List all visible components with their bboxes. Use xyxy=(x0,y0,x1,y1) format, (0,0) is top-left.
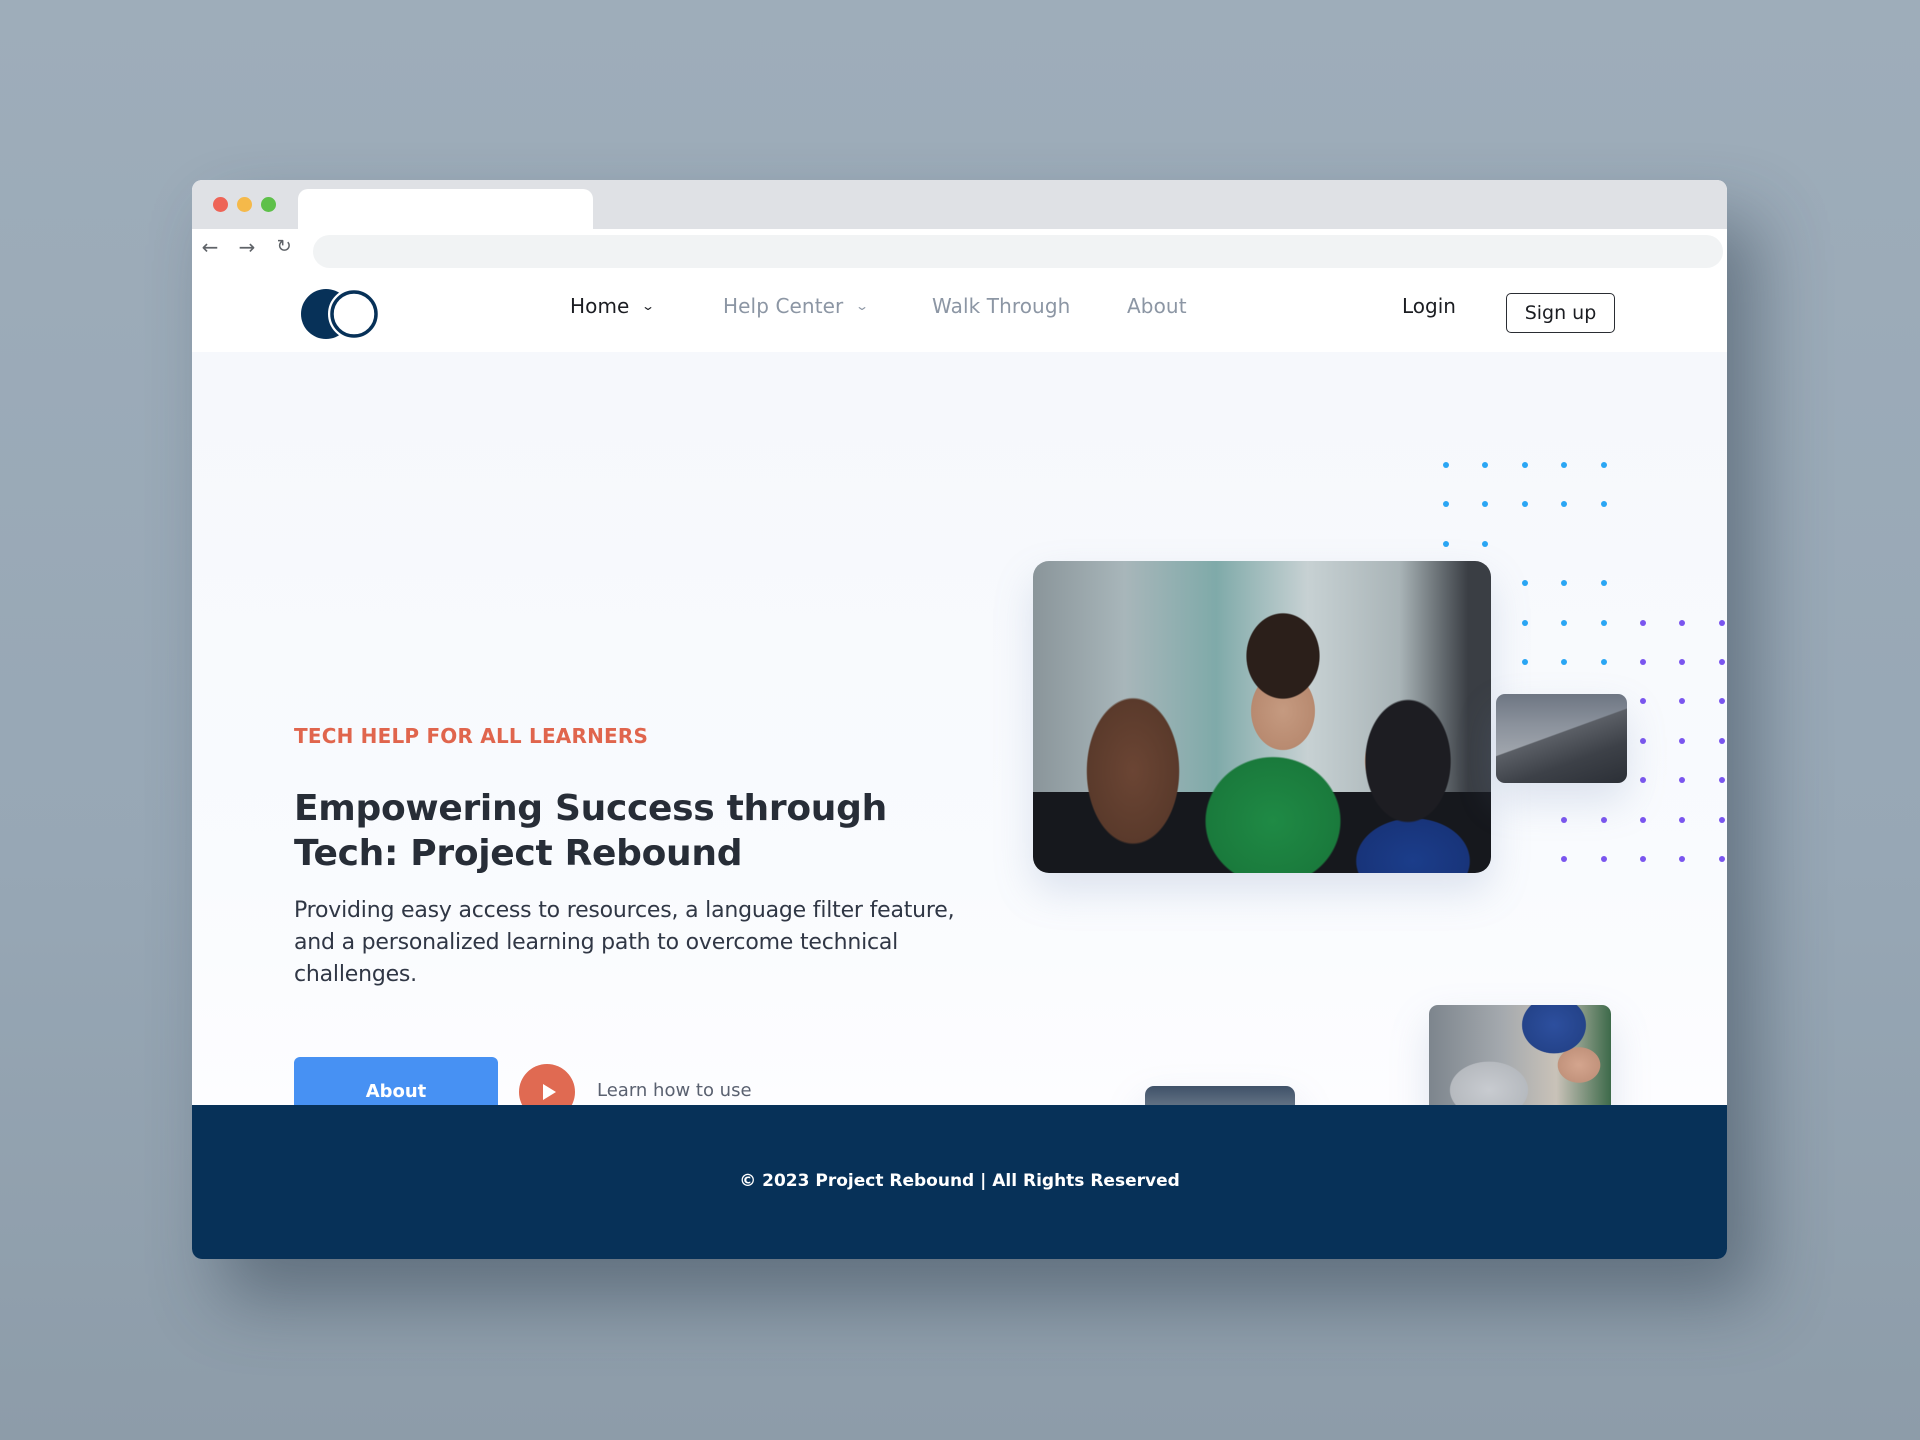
decorative-dot xyxy=(1521,501,1528,508)
decorative-dot xyxy=(1561,816,1568,823)
nav-item-about[interactable]: About xyxy=(1127,294,1187,318)
decorative-dot xyxy=(1482,462,1489,468)
decorative-dot xyxy=(1482,501,1489,508)
decorative-dot xyxy=(1561,501,1568,508)
decorative-dot xyxy=(1443,540,1449,547)
chevron-down-icon: ⌄ xyxy=(855,299,870,313)
address-bar-input[interactable] xyxy=(313,235,1723,268)
decorative-dot xyxy=(1521,462,1528,468)
minimize-window-button[interactable] xyxy=(237,197,252,212)
decorative-dot xyxy=(1521,619,1528,626)
decorative-dot xyxy=(1561,619,1568,626)
hero-eyebrow: TECH HELP FOR ALL LEARNERS xyxy=(294,724,649,748)
nav-item-label: About xyxy=(1127,294,1187,318)
browser-tab-active[interactable] xyxy=(298,189,593,229)
decorative-dot xyxy=(1640,816,1646,823)
hero-section: TECH HELP FOR ALL LEARNERS Empowering Su… xyxy=(192,352,1727,1105)
nav-item-label: Home xyxy=(570,294,630,318)
login-link[interactable]: Login xyxy=(1402,294,1456,318)
decorative-dot xyxy=(1521,580,1528,587)
decorative-dot xyxy=(1679,856,1686,862)
decorative-dot xyxy=(1679,777,1686,784)
chevron-down-icon: ⌄ xyxy=(641,299,656,313)
browser-toolbar: ← → ↻ xyxy=(192,229,1727,268)
site-footer: © 2023 Project Rebound | All Rights Rese… xyxy=(192,1105,1727,1259)
decorative-dot xyxy=(1718,777,1725,784)
decorative-dot xyxy=(1521,659,1528,665)
decorative-dot xyxy=(1718,698,1725,705)
decorative-dot xyxy=(1561,462,1568,468)
decorative-dot xyxy=(1640,777,1646,784)
decorative-dot xyxy=(1600,462,1607,468)
decorative-dot xyxy=(1482,540,1489,547)
decorative-dot xyxy=(1600,501,1607,508)
decorative-dot xyxy=(1718,856,1725,862)
decorative-dot xyxy=(1640,619,1646,626)
team-laptop-discussion-photo xyxy=(1429,1005,1611,1105)
about-button[interactable]: About xyxy=(294,1057,498,1105)
decorative-dot xyxy=(1640,856,1646,862)
decorative-dot xyxy=(1679,737,1686,744)
decorative-dot xyxy=(1600,856,1607,862)
forward-arrow-icon[interactable]: → xyxy=(235,235,259,259)
decorative-dot xyxy=(1600,619,1607,626)
site-navbar: Home ⌄ Help Center ⌄ Walk Through About … xyxy=(192,268,1727,352)
logo-ring xyxy=(330,290,378,338)
decorative-dot xyxy=(1679,659,1686,665)
decorative-dot xyxy=(1640,737,1646,744)
decorative-dot xyxy=(1561,659,1568,665)
decorative-dot xyxy=(1561,580,1568,587)
decorative-dot xyxy=(1600,659,1607,665)
hero-headline: Empowering Success through Tech: Project… xyxy=(294,788,887,874)
close-window-button[interactable] xyxy=(213,197,228,212)
nav-item-label: Help Center xyxy=(723,294,844,318)
maximize-window-button[interactable] xyxy=(261,197,276,212)
decorative-dot xyxy=(1443,501,1449,508)
decorative-dot xyxy=(1443,462,1449,468)
decorative-dot xyxy=(1640,698,1646,705)
decorative-dot xyxy=(1718,737,1725,744)
group-pointing-at-laptop-photo xyxy=(1145,1086,1295,1105)
reload-icon[interactable]: ↻ xyxy=(272,235,296,259)
decorative-dot xyxy=(1561,856,1568,862)
decorative-dot xyxy=(1600,816,1607,823)
decorative-dot xyxy=(1640,659,1646,665)
decorative-dot xyxy=(1679,816,1686,823)
typing-on-laptop-photo xyxy=(1496,694,1627,783)
hero-description: Providing easy access to resources, a la… xyxy=(294,898,955,987)
decorative-dot xyxy=(1679,698,1686,705)
copyright-text: © 2023 Project Rebound | All Rights Rese… xyxy=(739,1171,1180,1191)
project-rebound-logo[interactable] xyxy=(300,288,382,340)
decorative-dot xyxy=(1718,659,1725,665)
browser-window: ← → ↻ Home ⌄ Help Center ⌄ Walk Through … xyxy=(192,180,1727,1259)
nav-item-help-center[interactable]: Help Center ⌄ xyxy=(723,294,870,318)
learn-how-to-use-link[interactable]: Learn how to use xyxy=(597,1080,752,1101)
decorative-dot xyxy=(1718,619,1725,626)
play-icon xyxy=(542,1084,556,1100)
nav-item-walk-through[interactable]: Walk Through xyxy=(932,294,1070,318)
decorative-dot xyxy=(1718,816,1725,823)
play-video-button[interactable] xyxy=(519,1064,575,1105)
nav-item-label: Walk Through xyxy=(932,294,1071,318)
decorative-dot xyxy=(1600,580,1607,587)
decorative-dot xyxy=(1679,619,1686,626)
back-arrow-icon[interactable]: ← xyxy=(198,235,222,259)
nav-item-home[interactable]: Home ⌄ xyxy=(570,294,656,318)
signup-button[interactable]: Sign up xyxy=(1506,293,1615,333)
students-at-computers-photo xyxy=(1033,561,1491,873)
browser-tab-bar xyxy=(192,180,1727,229)
